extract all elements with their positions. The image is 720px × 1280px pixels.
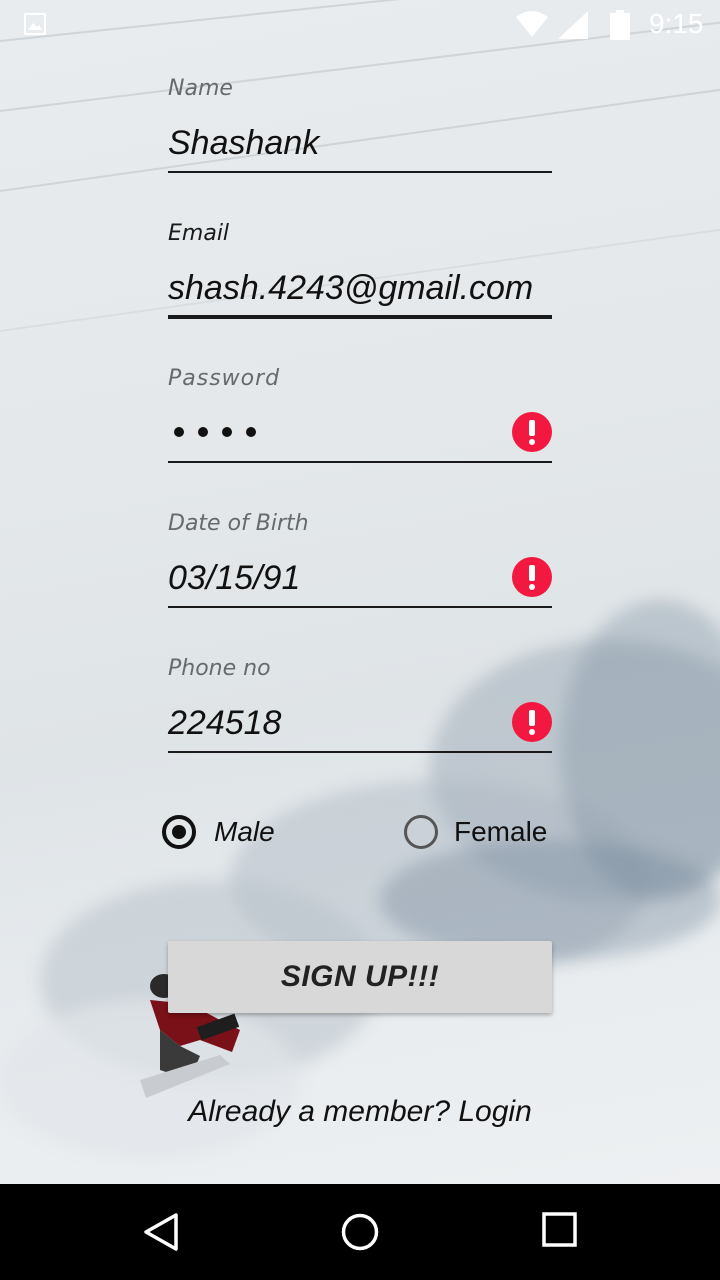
password-field[interactable]: Password (168, 366, 552, 466)
name-underline (168, 171, 552, 173)
email-input[interactable]: shash.4243@gmail.com (168, 269, 533, 308)
password-input[interactable] (174, 427, 256, 437)
phone-underline (168, 751, 552, 753)
radio-male-label[interactable]: Male (214, 816, 275, 848)
password-dot (222, 427, 232, 437)
phone-field[interactable]: Phone no 224518 (168, 656, 552, 756)
battery-icon (610, 10, 630, 40)
phone-input[interactable]: 224518 (168, 704, 281, 743)
home-icon[interactable] (340, 1212, 380, 1252)
nav-bar (0, 1184, 720, 1280)
gallery-icon (24, 13, 46, 35)
radio-male[interactable]: Male (162, 815, 275, 849)
error-icon[interactable] (512, 412, 552, 452)
login-link[interactable]: Already a member? Login (0, 1095, 720, 1129)
email-field[interactable]: Email shash.4243@gmail.com (168, 221, 552, 321)
phone-label: Phone no (168, 656, 271, 681)
error-icon[interactable] (512, 702, 552, 742)
wifi-icon (516, 11, 548, 37)
radio-female[interactable]: Female (404, 815, 547, 849)
password-dot (246, 427, 256, 437)
email-underline (168, 315, 552, 319)
radio-female-circle[interactable] (404, 815, 438, 849)
recents-icon[interactable] (542, 1212, 578, 1248)
radio-male-circle[interactable] (162, 815, 196, 849)
email-label: Email (168, 221, 230, 246)
password-dot (198, 427, 208, 437)
dob-label: Date of Birth (168, 511, 309, 536)
dob-underline (168, 606, 552, 608)
dob-field[interactable]: Date of Birth 03/15/91 (168, 511, 552, 611)
status-time: 9:15 (649, 8, 704, 39)
name-field[interactable]: Name Shashank (168, 76, 552, 176)
password-label: Password (168, 366, 281, 391)
radio-female-label[interactable]: Female (454, 816, 547, 848)
name-input[interactable]: Shashank (168, 124, 319, 163)
error-icon[interactable] (512, 557, 552, 597)
dob-input[interactable]: 03/15/91 (168, 559, 300, 598)
password-underline (168, 461, 552, 463)
signal-icon (558, 11, 588, 39)
password-dot (174, 427, 184, 437)
status-bar: 9:15 (0, 0, 720, 50)
signup-screen: 9:15 Name Shashank Email shash.4243@gmai… (0, 0, 720, 1280)
signup-button[interactable]: SIGN UP!!! (168, 941, 552, 1013)
back-icon[interactable] (142, 1212, 180, 1252)
name-label: Name (168, 76, 233, 101)
